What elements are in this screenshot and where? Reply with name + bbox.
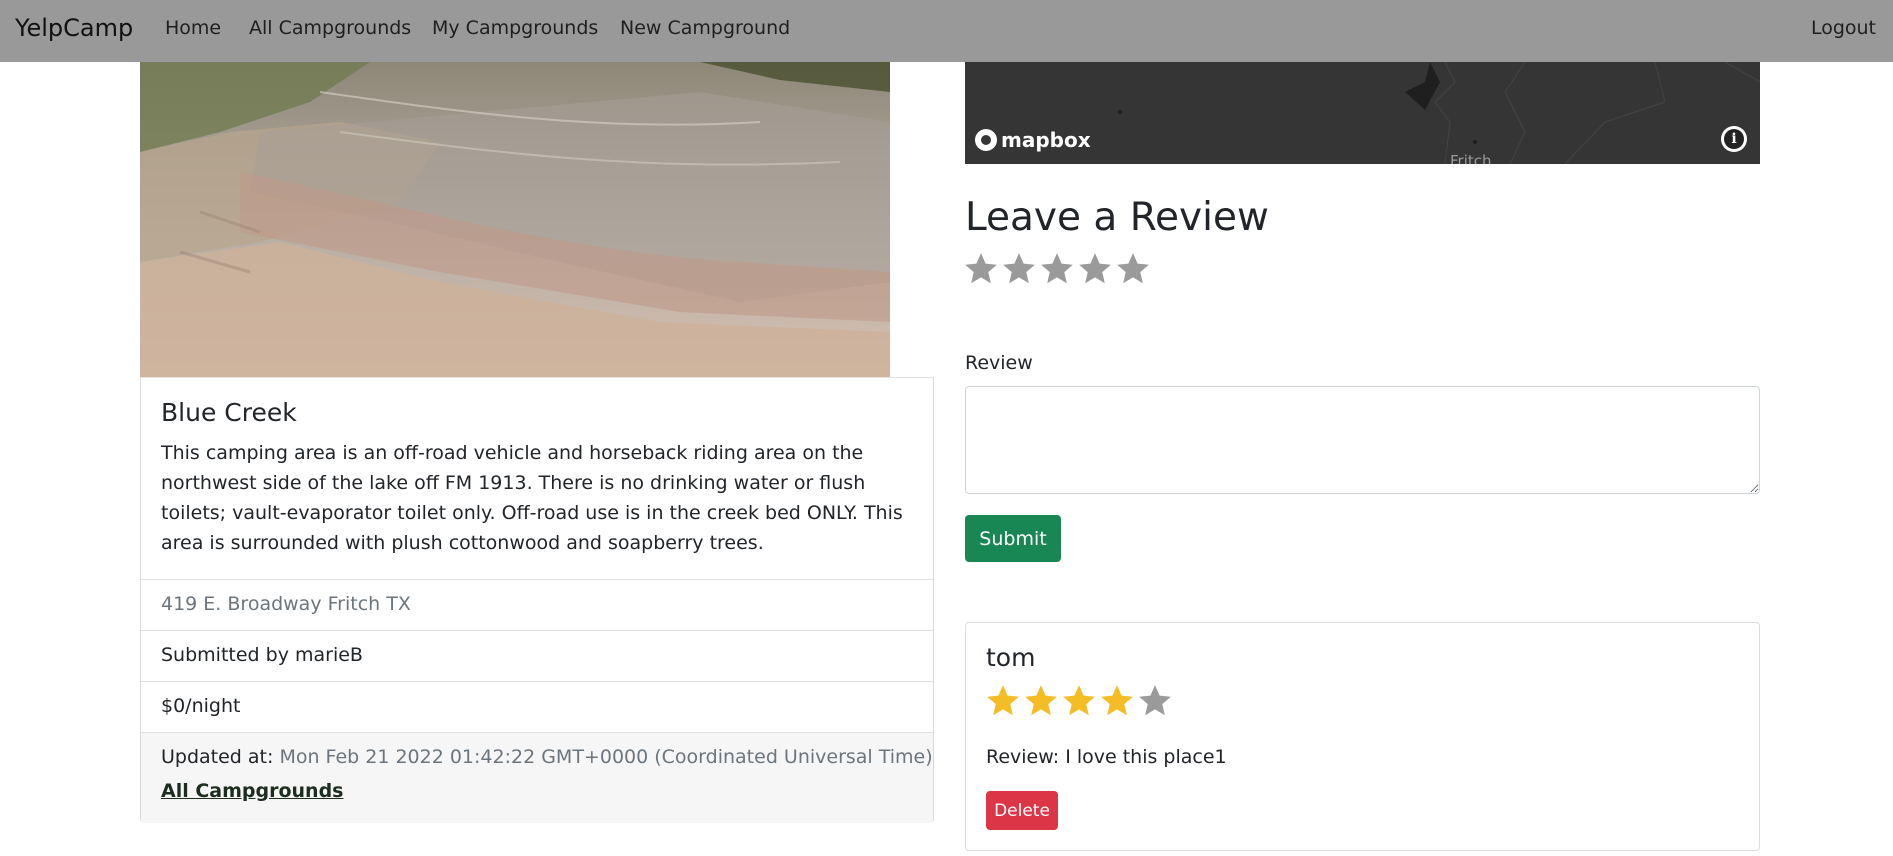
updated-label: Updated at: — [161, 746, 274, 768]
updated-at: Updated at: Mon Feb 21 2022 01:42:22 GMT… — [161, 746, 933, 768]
review-textarea[interactable] — [965, 386, 1760, 494]
campground-price: $0/night — [141, 681, 933, 732]
campground-description: This camping area is an off-road vehicle… — [161, 442, 903, 554]
nav-link-my-campgrounds[interactable]: My Campgrounds — [432, 17, 598, 39]
nav-link-home[interactable]: Home — [165, 17, 221, 39]
info-icon: i — [1724, 129, 1744, 149]
mapbox-logo[interactable]: mapbox — [975, 128, 1091, 152]
star-icon[interactable] — [1038, 250, 1076, 288]
campground-photo — [140, 62, 890, 377]
map-info-button[interactable]: i — [1721, 126, 1747, 152]
star-icon[interactable] — [1000, 250, 1038, 288]
review-label: Review — [965, 352, 1033, 374]
nav-link-new-campground[interactable]: New Campground — [620, 17, 790, 39]
mapbox-logo-text: mapbox — [1001, 128, 1091, 152]
campground-card: Blue Creek This camping area is an off-r… — [140, 377, 934, 823]
star-rating-input[interactable] — [962, 250, 1152, 288]
card-footer: Updated at: Mon Feb 21 2022 01:42:22 GMT… — [141, 732, 933, 823]
star-icon — [1139, 685, 1171, 716]
mapbox-logo-icon — [975, 129, 997, 151]
leave-review-heading: Leave a Review — [965, 195, 1269, 240]
map[interactable]: mapbox Fritch i — [965, 62, 1760, 164]
map-place-label: Fritch — [1450, 152, 1492, 164]
star-icon — [1101, 685, 1133, 716]
brand-link[interactable]: YelpCamp — [15, 14, 133, 42]
review-rating — [984, 682, 1174, 720]
star-icon — [1025, 685, 1057, 716]
star-icon[interactable] — [962, 250, 1000, 288]
campground-location: 419 E. Broadway Fritch TX — [141, 579, 933, 630]
star-icon — [1063, 685, 1095, 716]
review-card: tom Review: I love this place1 Delete — [965, 622, 1760, 851]
logout-link[interactable]: Logout — [1811, 17, 1876, 39]
star-icon[interactable] — [1114, 250, 1152, 288]
star-icon[interactable] — [1076, 250, 1114, 288]
updated-value: Mon Feb 21 2022 01:42:22 GMT+0000 (Coord… — [279, 746, 933, 768]
nav-link-all-campgrounds[interactable]: All Campgrounds — [249, 17, 411, 39]
delete-review-button[interactable]: Delete — [986, 791, 1058, 830]
all-campgrounds-link[interactable]: All Campgrounds — [161, 780, 344, 802]
campground-author: Submitted by marieB — [141, 630, 933, 681]
review-text: Review: I love this place1 — [986, 746, 1227, 768]
navbar: YelpCamp Home All Campgrounds My Campgro… — [0, 0, 1893, 62]
submit-button[interactable]: Submit — [965, 515, 1061, 562]
campground-title: Blue Creek — [161, 398, 297, 427]
review-author: tom — [986, 643, 1036, 672]
star-icon — [987, 685, 1019, 716]
